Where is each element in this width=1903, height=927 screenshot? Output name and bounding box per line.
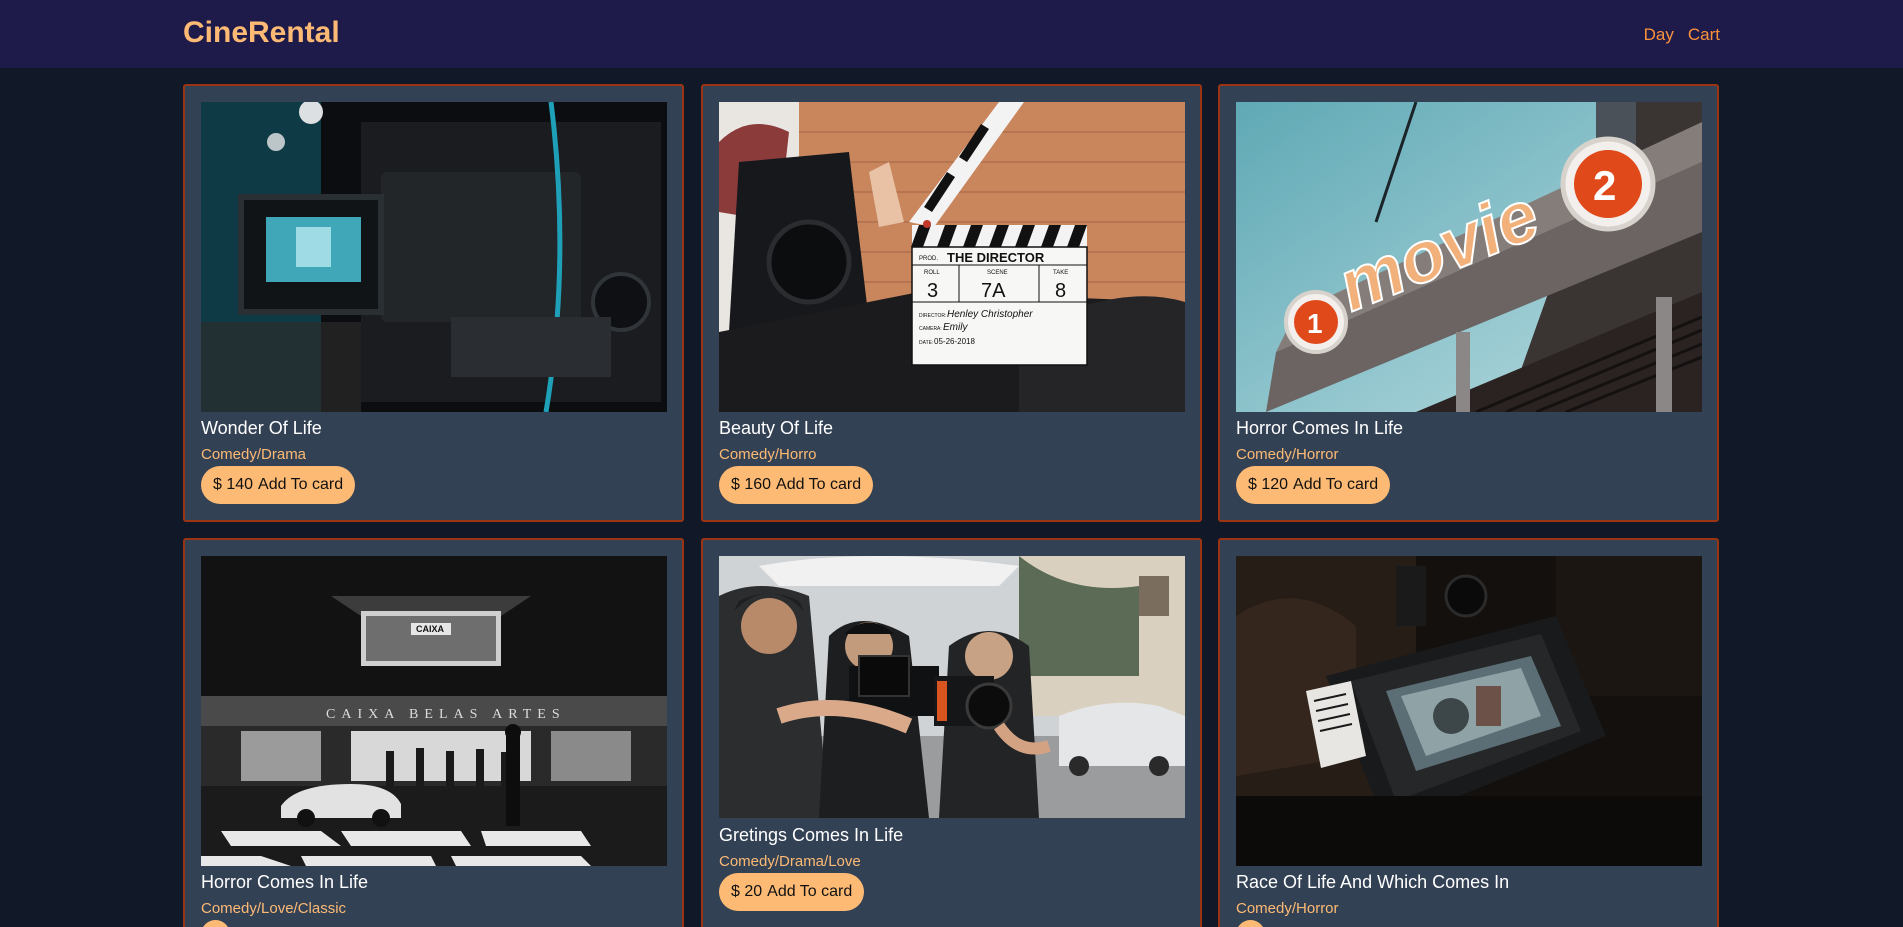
- price-label: $ 160: [731, 476, 772, 493]
- price-label: $ 140: [213, 476, 254, 493]
- movie-sign-image: 1 2 movie: [1236, 102, 1702, 412]
- add-to-card-label: Add To card: [1293, 476, 1379, 493]
- nav-cart-link[interactable]: Cart: [1688, 25, 1720, 45]
- movie-title: Race Of Life And Which Comes In: [1236, 872, 1510, 892]
- svg-text:DATE:: DATE:: [919, 340, 933, 346]
- movie-poster: [201, 102, 667, 412]
- nav-day-link[interactable]: Day: [1644, 25, 1674, 45]
- svg-text:CAIXA BELAS ARTES: CAIXA BELAS ARTES: [326, 707, 566, 722]
- movie-card: CAIXA CAIXA BELAS ARTES Horror Comes In …: [183, 538, 684, 927]
- camera-viewfinder-image: [201, 102, 667, 412]
- movie-title: Wonder Of Life: [201, 418, 322, 438]
- add-to-card-label: Add To card: [776, 476, 862, 493]
- svg-text:PROD.: PROD.: [919, 256, 938, 262]
- add-to-cart-button[interactable]: $ 140 Add To card: [201, 466, 356, 504]
- movie-genre: Comedy/Horror: [1236, 446, 1339, 463]
- svg-text:05-26-2018: 05-26-2018: [934, 337, 975, 346]
- svg-text:Emily: Emily: [943, 322, 968, 333]
- film-crew-image: [719, 556, 1185, 818]
- movie-card: PROD. THE DIRECTOR ROLL SCENE TAKE 3 7A …: [701, 84, 1202, 522]
- price-label: $ 120: [1248, 476, 1289, 493]
- cinema-facade-image: CAIXA CAIXA BELAS ARTES: [201, 556, 667, 866]
- add-to-card-label: Add To card: [767, 883, 853, 900]
- add-to-cart-button[interactable]: [1236, 920, 1265, 927]
- svg-text:THE DIRECTOR: THE DIRECTOR: [947, 250, 1045, 265]
- add-to-cart-button[interactable]: $ 120 Add To card: [1236, 466, 1391, 504]
- svg-text:ROLL: ROLL: [924, 270, 940, 276]
- svg-text:SCENE: SCENE: [987, 270, 1008, 276]
- brand-logo[interactable]: CineRental: [183, 16, 340, 50]
- movie-poster: CAIXA CAIXA BELAS ARTES: [201, 556, 667, 866]
- add-to-cart-button[interactable]: $ 20 Add To card: [719, 873, 865, 911]
- movie-title: Gretings Comes In Life: [719, 825, 904, 845]
- svg-text:3: 3: [927, 280, 938, 302]
- svg-text:CAIXA: CAIXA: [416, 624, 445, 634]
- add-to-card-label: Add To card: [258, 476, 344, 493]
- svg-text:CAMERA:: CAMERA:: [919, 326, 942, 332]
- movie-card: Wonder Of Life Comedy/Drama $ 140 Add To…: [183, 84, 684, 522]
- svg-text:TAKE: TAKE: [1053, 270, 1068, 276]
- movie-card: 1 2 movie Horror Comes In Life Comedy/Ho…: [1218, 84, 1719, 522]
- movie-title: Horror Comes In Life: [1236, 418, 1404, 438]
- price-label: $ 20: [731, 883, 763, 900]
- svg-text:8: 8: [1055, 280, 1066, 302]
- movie-poster: [1236, 556, 1702, 866]
- svg-text:7A: 7A: [981, 280, 1006, 302]
- svg-text:2: 2: [1593, 162, 1616, 209]
- movie-genre: Comedy/Horror: [1236, 900, 1339, 917]
- movie-poster: 1 2 movie: [1236, 102, 1702, 412]
- movie-genre: Comedy/Drama/Love: [719, 853, 861, 870]
- svg-text:1: 1: [1307, 308, 1323, 339]
- top-navbar: CineRental Day Cart: [0, 0, 1903, 68]
- add-to-cart-button[interactable]: [201, 920, 230, 927]
- movie-poster: PROD. THE DIRECTOR ROLL SCENE TAKE 3 7A …: [719, 102, 1185, 412]
- nav-links: Day Cart: [1644, 25, 1720, 45]
- camera-monitor-image: [1236, 556, 1702, 866]
- movie-card: Gretings Comes In Life Comedy/Drama/Love…: [701, 538, 1202, 927]
- movie-title: Horror Comes In Life: [201, 872, 369, 892]
- movie-genre: Comedy/Love/Classic: [201, 900, 347, 917]
- svg-text:DIRECTOR:: DIRECTOR:: [919, 313, 946, 319]
- movie-genre: Comedy/Drama: [201, 446, 307, 463]
- add-to-cart-button[interactable]: $ 160 Add To card: [719, 466, 874, 504]
- movie-title: Beauty Of Life: [719, 418, 834, 438]
- svg-text:Henley Christopher: Henley Christopher: [947, 309, 1033, 320]
- movie-genre: Comedy/Horro: [719, 446, 817, 463]
- movie-card: Race Of Life And Which Comes In Comedy/H…: [1218, 538, 1719, 927]
- clapperboard-image: PROD. THE DIRECTOR ROLL SCENE TAKE 3 7A …: [719, 102, 1185, 412]
- movie-poster: [719, 556, 1185, 818]
